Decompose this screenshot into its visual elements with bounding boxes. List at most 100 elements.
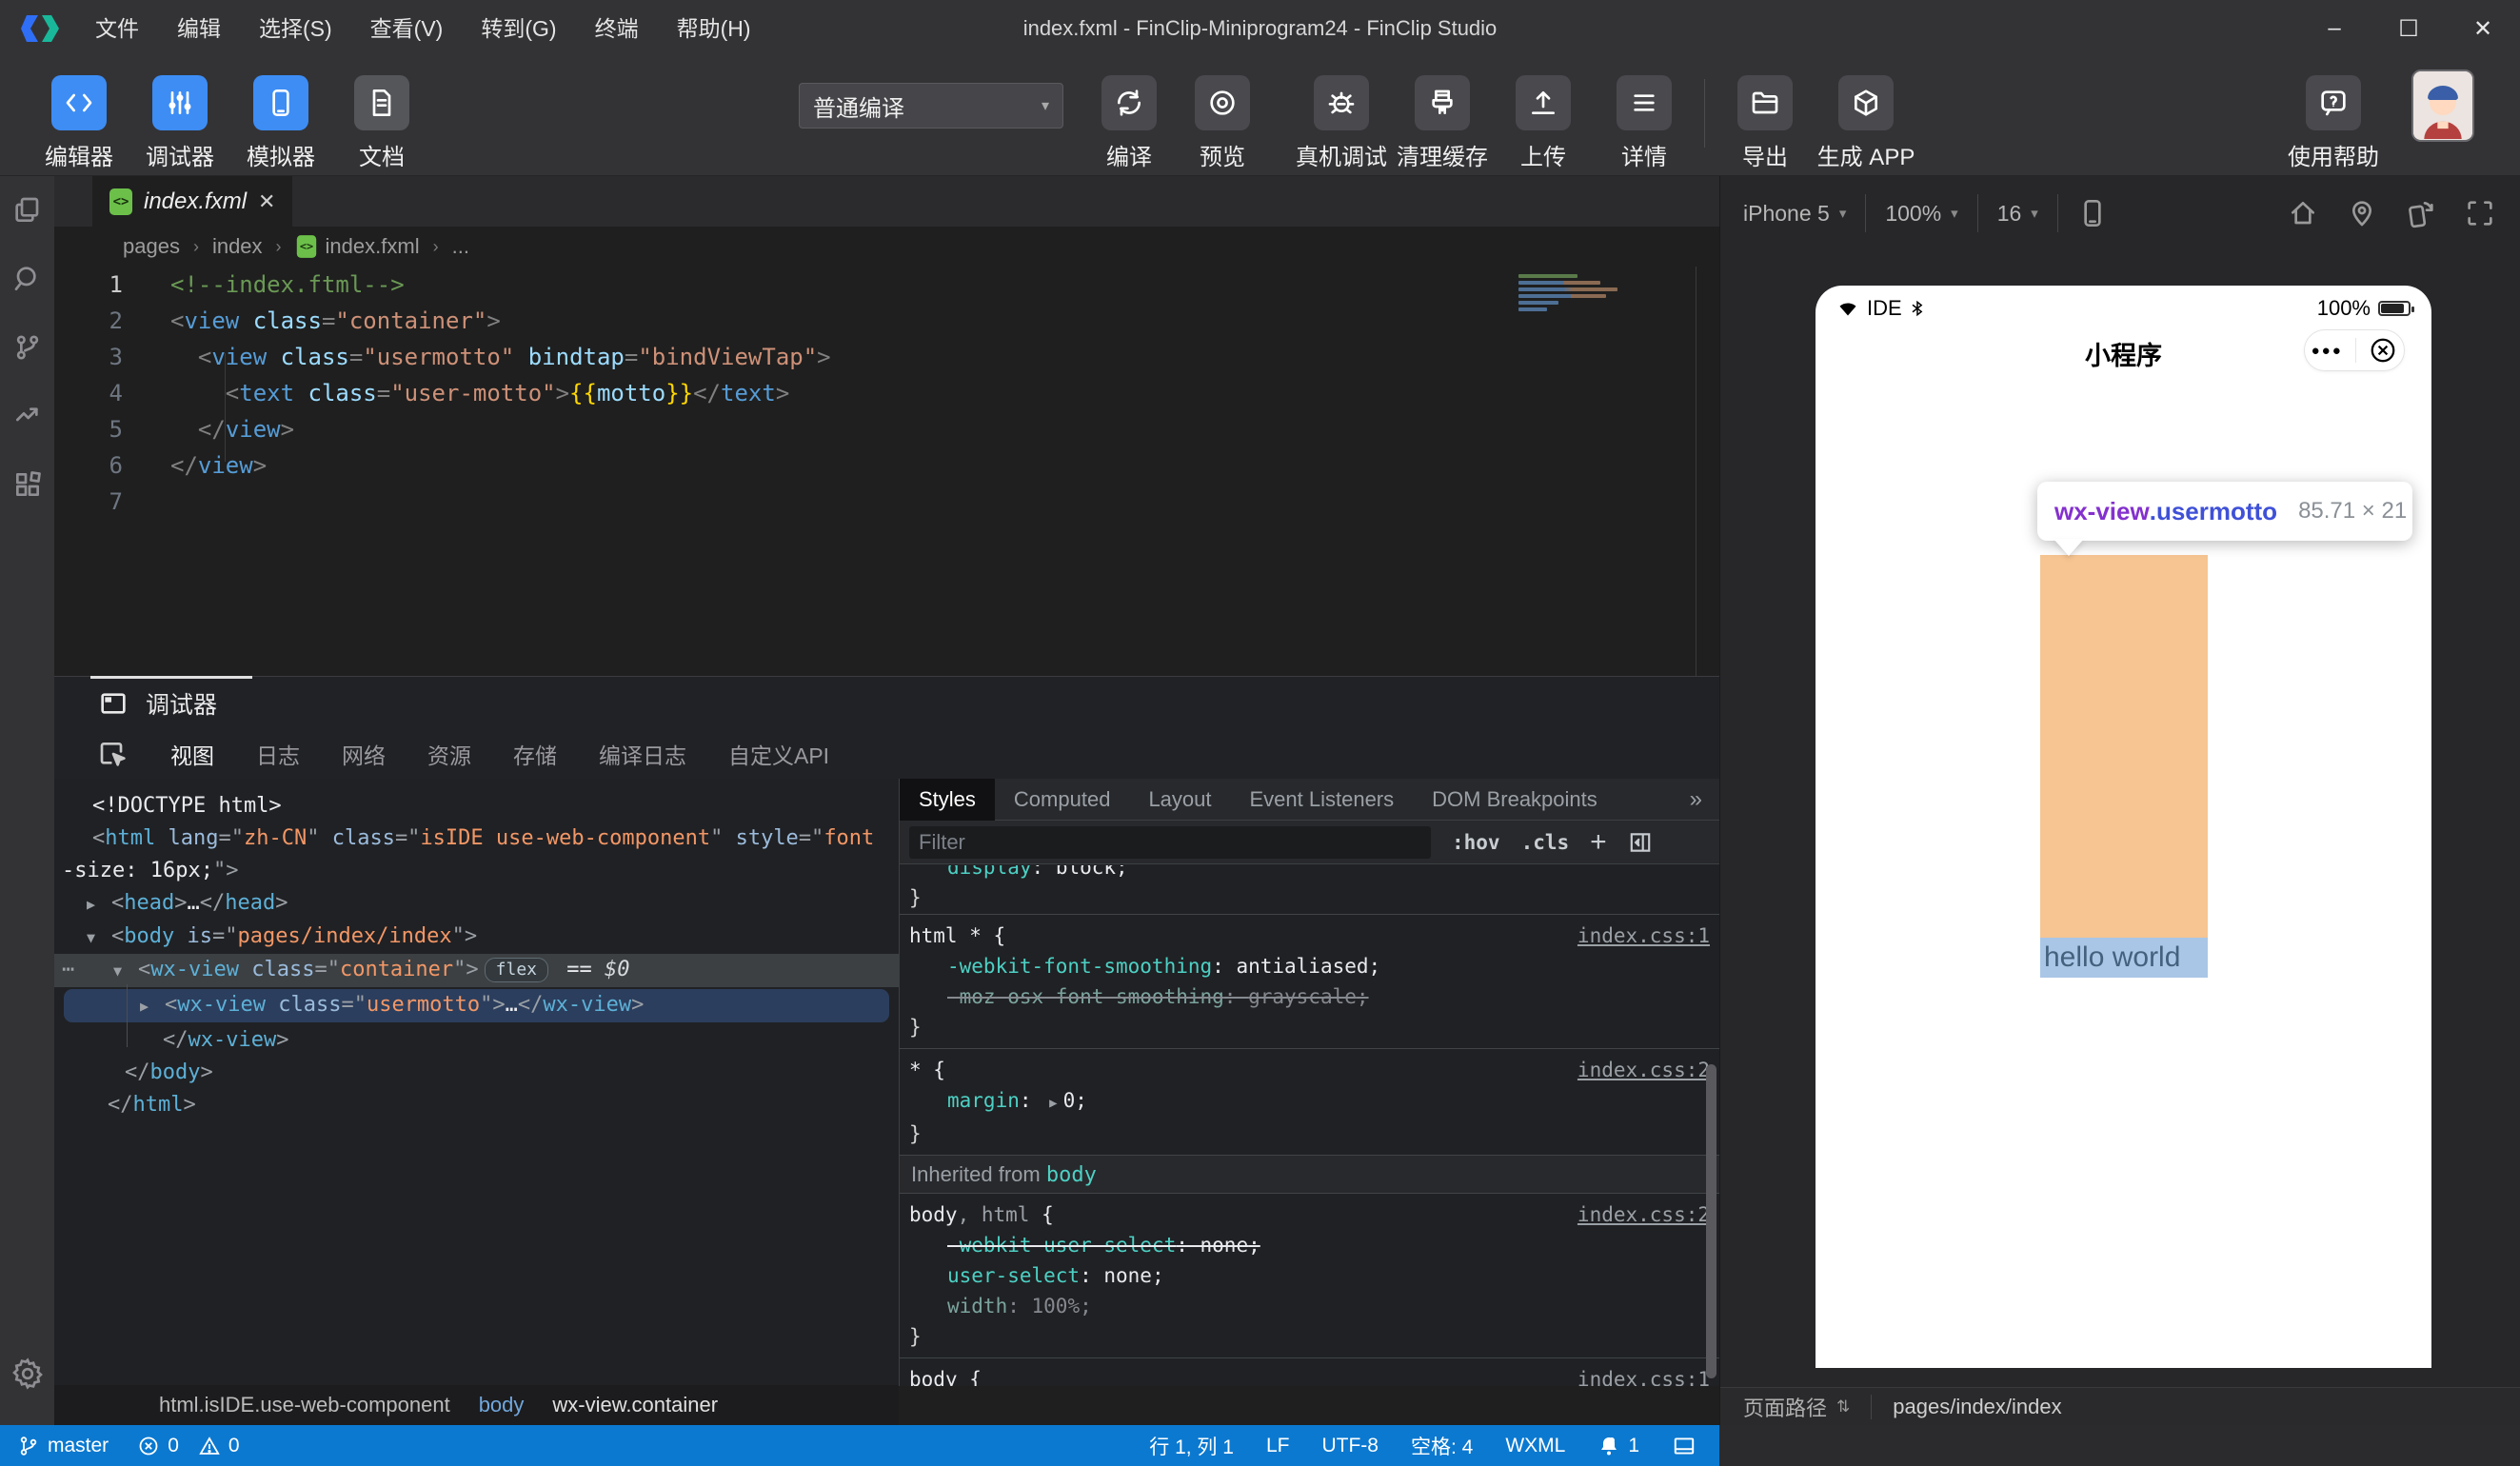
toolbar-button-bug[interactable]: 真机调试 — [1291, 75, 1392, 171]
statusbar-item-bell-icon[interactable]: 1 — [1597, 1435, 1639, 1457]
code-line-1[interactable]: 1 <!--index.ftml--> — [54, 267, 1719, 303]
styles-tab-event-listeners[interactable]: Event Listeners — [1231, 779, 1414, 821]
breadcrumb-item[interactable]: <> index.fxml — [295, 233, 420, 260]
sim-control-2[interactable]: 16 ▾ — [1997, 201, 2038, 227]
toolbar-button-upload[interactable]: 上传 — [1493, 75, 1594, 171]
sim-control-0[interactable]: iPhone 5 ▾ — [1743, 201, 1846, 227]
activitybar-git-icon[interactable] — [0, 313, 54, 382]
close-button[interactable]: ✕ — [2446, 0, 2520, 57]
minimap[interactable] — [1518, 274, 1623, 314]
css-source-link[interactable]: index.css:1 — [1577, 921, 1710, 951]
toolbar-button-doc[interactable]: 文档 — [331, 75, 432, 171]
activitybar-extensions-icon[interactable] — [0, 450, 54, 519]
flex-badge[interactable]: flex — [484, 958, 549, 982]
styles-scrollbar[interactable] — [1706, 1064, 1716, 1378]
debugger-tab-自定义API[interactable]: 自定义API — [728, 738, 829, 770]
styles-tabs-overflow[interactable]: » — [1690, 786, 1719, 813]
debugger-tab-日志[interactable]: 日志 — [256, 738, 300, 770]
styles-tab-layout[interactable]: Layout — [1129, 779, 1230, 821]
menu-帮助H[interactable]: 帮助(H) — [658, 0, 770, 57]
menu-文件[interactable]: 文件 — [76, 0, 158, 57]
toolbar-button-cube[interactable]: 生成 APP — [1816, 75, 1916, 171]
activitybar-search-icon[interactable] — [0, 245, 54, 313]
sidebar-toggle-icon[interactable] — [1628, 830, 1653, 855]
compile-button[interactable]: 编译 — [1079, 75, 1180, 171]
close-miniprogram-button[interactable] — [2369, 336, 2397, 365]
page-path-value[interactable]: pages/index/index — [1893, 1395, 2061, 1419]
compile-mode-dropdown[interactable]: 普通编译 ▾ — [799, 83, 1063, 129]
statusbar-item[interactable]: WXML — [1505, 1435, 1565, 1457]
code-line-2[interactable]: 2 <view class="container"> — [54, 303, 1719, 339]
new-style-rule-button[interactable]: + — [1590, 827, 1607, 856]
phone-preview[interactable]: IDE 100% 小程序 ●●● hello world wx-view .use… — [1816, 286, 2431, 1368]
debugger-tab-编译日志[interactable]: 编译日志 — [599, 738, 686, 770]
statusbar-item[interactable]: UTF-8 — [1321, 1435, 1379, 1457]
menu-查看V[interactable]: 查看(V) — [351, 0, 463, 57]
dom-tree-row[interactable]: ▼ <body is="pages/index/index"> — [54, 921, 899, 954]
breadcrumb-item[interactable]: ... — [452, 234, 469, 259]
debugger-header[interactable]: 调试器 — [54, 677, 217, 729]
styles-tab-styles[interactable]: Styles — [900, 778, 995, 821]
code-line-6[interactable]: 6 </view> — [54, 447, 1719, 484]
dom-tree-row[interactable]: ▶ <head>…</head> — [54, 887, 899, 921]
sim-scan-icon[interactable] — [2465, 198, 2495, 228]
dom-tree-row[interactable]: ⋯ ▼ <wx-view class="container"> flex == $0 — [54, 954, 899, 987]
menu-编辑[interactable]: 编辑 — [158, 0, 240, 57]
minimize-button[interactable]: – — [2297, 0, 2371, 57]
toolbar-button-list[interactable]: 详情 — [1594, 75, 1695, 171]
statusbar-item[interactable]: LF — [1266, 1435, 1290, 1457]
dom-tree-row[interactable]: ▶ <wx-view class="usermotto">…</wx-view> — [64, 989, 889, 1022]
sim-control-1[interactable]: 100% ▾ — [1885, 201, 1957, 227]
tab-close-icon[interactable]: ✕ — [258, 189, 275, 214]
css-rule[interactable]: index.css:1 html * {-webkit-font-smoothin… — [900, 915, 1719, 1049]
git-branch-indicator[interactable]: master — [17, 1435, 109, 1457]
toolbar-button-phone[interactable]: 模拟器 — [230, 75, 331, 171]
menu-选择S[interactable]: 选择(S) — [240, 0, 351, 57]
statusbar-item-layout-icon[interactable] — [1672, 1434, 1697, 1458]
toolbar-button-brush[interactable]: 清理缓存 — [1392, 75, 1493, 171]
tab-index-fxml[interactable]: <> index.fxml ✕ — [92, 176, 293, 227]
statusbar-item[interactable]: 行 1, 列 1 — [1149, 1432, 1234, 1460]
code-line-4[interactable]: 4 <text class="user-motto">{{motto}}</te… — [54, 375, 1719, 411]
dom-tree-row[interactable]: </body> — [54, 1057, 899, 1089]
sim-pin-icon[interactable] — [2347, 198, 2377, 228]
code-line-7[interactable]: 7 — [54, 484, 1719, 520]
activitybar-files-icon[interactable] — [0, 176, 54, 245]
sort-arrows-icon[interactable]: ⇅ — [1836, 1397, 1850, 1416]
dom-crumb-3[interactable]: wx-view.container — [552, 1393, 718, 1417]
toolbar-button-code[interactable]: 编辑器 — [29, 75, 129, 171]
debugger-tab-资源[interactable]: 资源 — [427, 738, 471, 770]
help-button[interactable]: 使用帮助 — [2283, 75, 2384, 171]
styles-filter-input[interactable] — [909, 825, 1431, 859]
menu-转到G[interactable]: 转到(G) — [462, 0, 575, 57]
settings-gear-icon[interactable] — [0, 1339, 54, 1408]
preview-button[interactable]: 预览 — [1180, 75, 1265, 171]
debugger-tab-视图[interactable]: 视图 — [170, 738, 214, 770]
toolbar-button-sliders[interactable]: 调试器 — [129, 75, 230, 171]
activitybar-debug-icon[interactable] — [0, 382, 54, 450]
sim-home-icon[interactable] — [2288, 198, 2318, 228]
code-line-3[interactable]: 3 <view class="usermotto" bindtap="bindV… — [54, 339, 1719, 375]
css-source-link[interactable]: index.css:2 — [1577, 1199, 1710, 1230]
breadcrumb-item[interactable]: pages — [123, 234, 180, 259]
sim-rotate-icon[interactable] — [2406, 198, 2436, 228]
toggle-classes[interactable]: .cls — [1521, 831, 1570, 854]
user-avatar[interactable] — [2411, 69, 2474, 142]
code-editor[interactable]: 1 <!--index.ftml--> 2 <view class="containe… — [54, 267, 1719, 676]
dom-tree-row[interactable]: <html lang="zh-CN" class="isIDE use-web-… — [54, 822, 899, 855]
motto-text[interactable]: hello world — [2040, 938, 2208, 978]
more-actions-button[interactable]: ●●● — [2312, 343, 2343, 359]
styles-tab-dom-breakpoints[interactable]: DOM Breakpoints — [1413, 779, 1617, 821]
errors-indicator[interactable]: 0 0 — [137, 1435, 240, 1457]
inspect-element-icon[interactable] — [98, 739, 129, 769]
css-rule[interactable]: index.css:1body {-webkit-text-size-adjus… — [900, 1358, 1719, 1386]
toolbar-button-folder[interactable]: 导出 — [1715, 75, 1816, 171]
code-line-5[interactable]: 5 </view> — [54, 411, 1719, 447]
css-source-link[interactable]: index.css:2 — [1577, 1055, 1710, 1085]
dom-tree-row[interactable]: -size: 16px;"> — [54, 855, 899, 887]
dom-tree-row[interactable]: </html> — [54, 1089, 899, 1121]
styles-tab-computed[interactable]: Computed — [995, 779, 1130, 821]
debugger-tab-存储[interactable]: 存储 — [513, 738, 557, 770]
inherited-from-link[interactable]: body — [1046, 1163, 1097, 1187]
dom-crumb-2[interactable]: body — [479, 1393, 525, 1417]
